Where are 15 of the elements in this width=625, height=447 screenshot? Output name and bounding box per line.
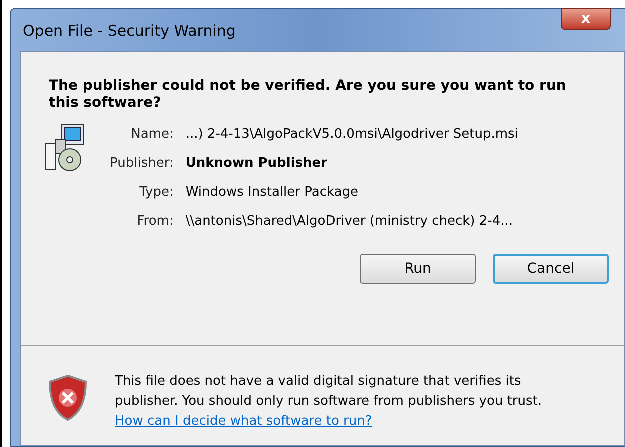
field-value: \\antonis\Shared\AlgoDriver (ministry check) 2-4... bbox=[186, 213, 514, 231]
help-link[interactable]: How can I decide what software to run? bbox=[115, 414, 372, 429]
window-title: Open File - Security Warning bbox=[23, 21, 236, 42]
field-value: ...) 2-4-13\AlgoPackV5.0.0msi\Algodriver Setup.msi bbox=[186, 126, 518, 144]
field-label: Name: bbox=[130, 126, 174, 144]
field-label: Type: bbox=[138, 184, 174, 202]
shield-error-icon bbox=[47, 374, 89, 422]
field-label: From: bbox=[136, 213, 174, 231]
warning-text: This file does not have a valid digital signature that verifies its publisher. You should only run software from publishers you trust. bbox=[115, 373, 543, 411]
field-value: Unknown Publisher bbox=[186, 155, 328, 173]
dialog-button[interactable]: Cancel bbox=[493, 254, 609, 284]
dialog-button[interactable]: Run bbox=[360, 254, 476, 284]
field-label: Publisher: bbox=[110, 155, 174, 173]
question-text: The publisher could not be verified. Are you sure you want to run this software? bbox=[49, 78, 568, 112]
field-value: Windows Installer Package bbox=[186, 184, 360, 202]
